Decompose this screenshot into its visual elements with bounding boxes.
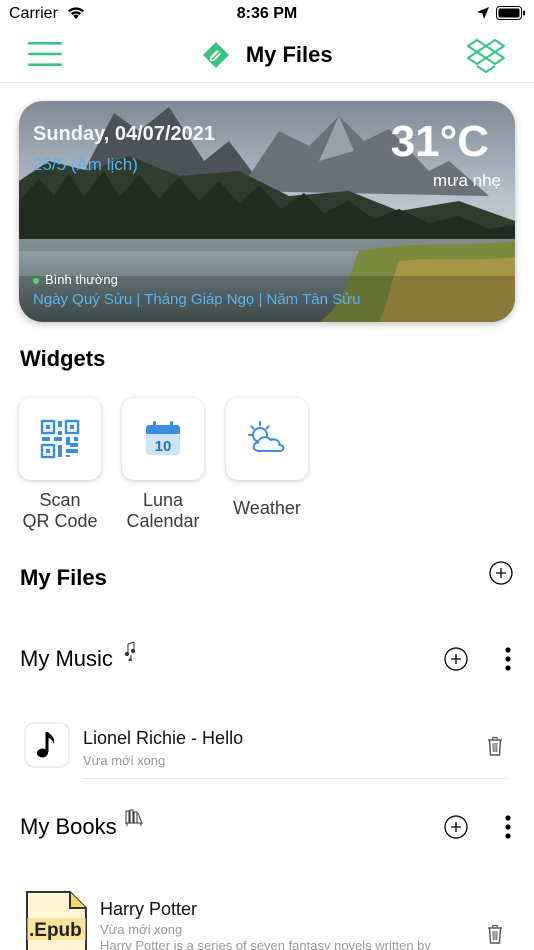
hero-lunar-date: 25/5 (Âm lịch)	[33, 155, 138, 174]
calendar-icon: 10	[146, 421, 180, 455]
status-bar: Carrier 8:36 PM	[0, 0, 534, 28]
battery-icon	[496, 6, 525, 20]
widget-label: Scan QR Code	[22, 490, 98, 531]
status-dot-icon	[33, 277, 39, 284]
hero-status: Bình thường	[33, 272, 118, 287]
calendar-day-number: 10	[155, 438, 172, 455]
hero-ganzhi: Ngày Quý Sửu | Tháng Giáp Ngọ | Năm Tân …	[33, 291, 361, 308]
my-books-heading: My Books	[20, 814, 117, 839]
widget-label: Weather	[233, 498, 301, 518]
my-music-heading: My Music	[20, 646, 113, 671]
dropbox-icon[interactable]	[466, 38, 506, 74]
hero-condition: mưa nhẹ	[432, 171, 501, 190]
add-folder-button[interactable]	[489, 561, 513, 585]
widget-tile[interactable]	[19, 398, 101, 480]
location-arrow-icon	[477, 7, 489, 19]
my-files-heading: My Files	[20, 565, 107, 590]
page-title: My Files	[245, 42, 333, 67]
file-description: Harry Potter is a series of seven fantas…	[100, 938, 431, 950]
app-logo-icon	[203, 42, 230, 68]
weather-icon	[248, 421, 285, 452]
widget-label: Luna Calendar	[126, 490, 200, 531]
widget-weather[interactable]: Weather	[225, 398, 309, 519]
trash-icon[interactable]	[487, 736, 503, 756]
music-note-icon	[24, 722, 70, 768]
file-name: Lionel Richie - Hello	[83, 728, 244, 748]
clock: 8:36 PM	[236, 5, 298, 22]
widget-tile[interactable]	[226, 398, 308, 480]
hero-temperature: 31°C	[390, 117, 489, 166]
hero-date: Sunday, 04/07/2021	[33, 123, 215, 145]
row-divider	[82, 778, 508, 779]
file-time: Vừa mới xong	[100, 922, 183, 937]
add-book-button[interactable]	[444, 815, 468, 839]
hero-status-label: Bình thường	[45, 272, 118, 287]
trash-icon[interactable]	[487, 924, 503, 944]
file-time: Vừa mới xong	[83, 753, 166, 768]
file-name: Harry Potter	[100, 899, 198, 919]
widget-luna-calendar[interactable]: 10 Luna Calendar	[121, 398, 205, 532]
bookshelf-icon	[125, 809, 143, 826]
qr-code-icon	[40, 419, 80, 459]
list-item-music[interactable]: Lionel Richie - Hello Vừa mới xong	[18, 720, 508, 776]
epub-badge: .Epub	[29, 920, 82, 941]
list-item-book[interactable]: .Epub Harry Potter Vừa mới xong Harry Po…	[18, 886, 508, 950]
add-music-button[interactable]	[444, 647, 468, 671]
music-notes-icon	[124, 641, 136, 661]
widgets-heading: Widgets	[20, 346, 106, 371]
widget-tile[interactable]: 10	[122, 398, 204, 480]
books-more-options-icon[interactable]	[504, 815, 512, 839]
epub-file-icon: .Epub	[24, 890, 88, 950]
nav-title-group: My Files	[0, 40, 534, 70]
widget-scan-qr[interactable]: Scan QR Code	[18, 398, 102, 532]
weather-hero-card[interactable]: Sunday, 04/07/2021 25/5 (Âm lịch) 31°C m…	[19, 101, 515, 322]
nav-bar: My Files	[0, 28, 534, 83]
music-more-options-icon[interactable]	[504, 647, 512, 671]
